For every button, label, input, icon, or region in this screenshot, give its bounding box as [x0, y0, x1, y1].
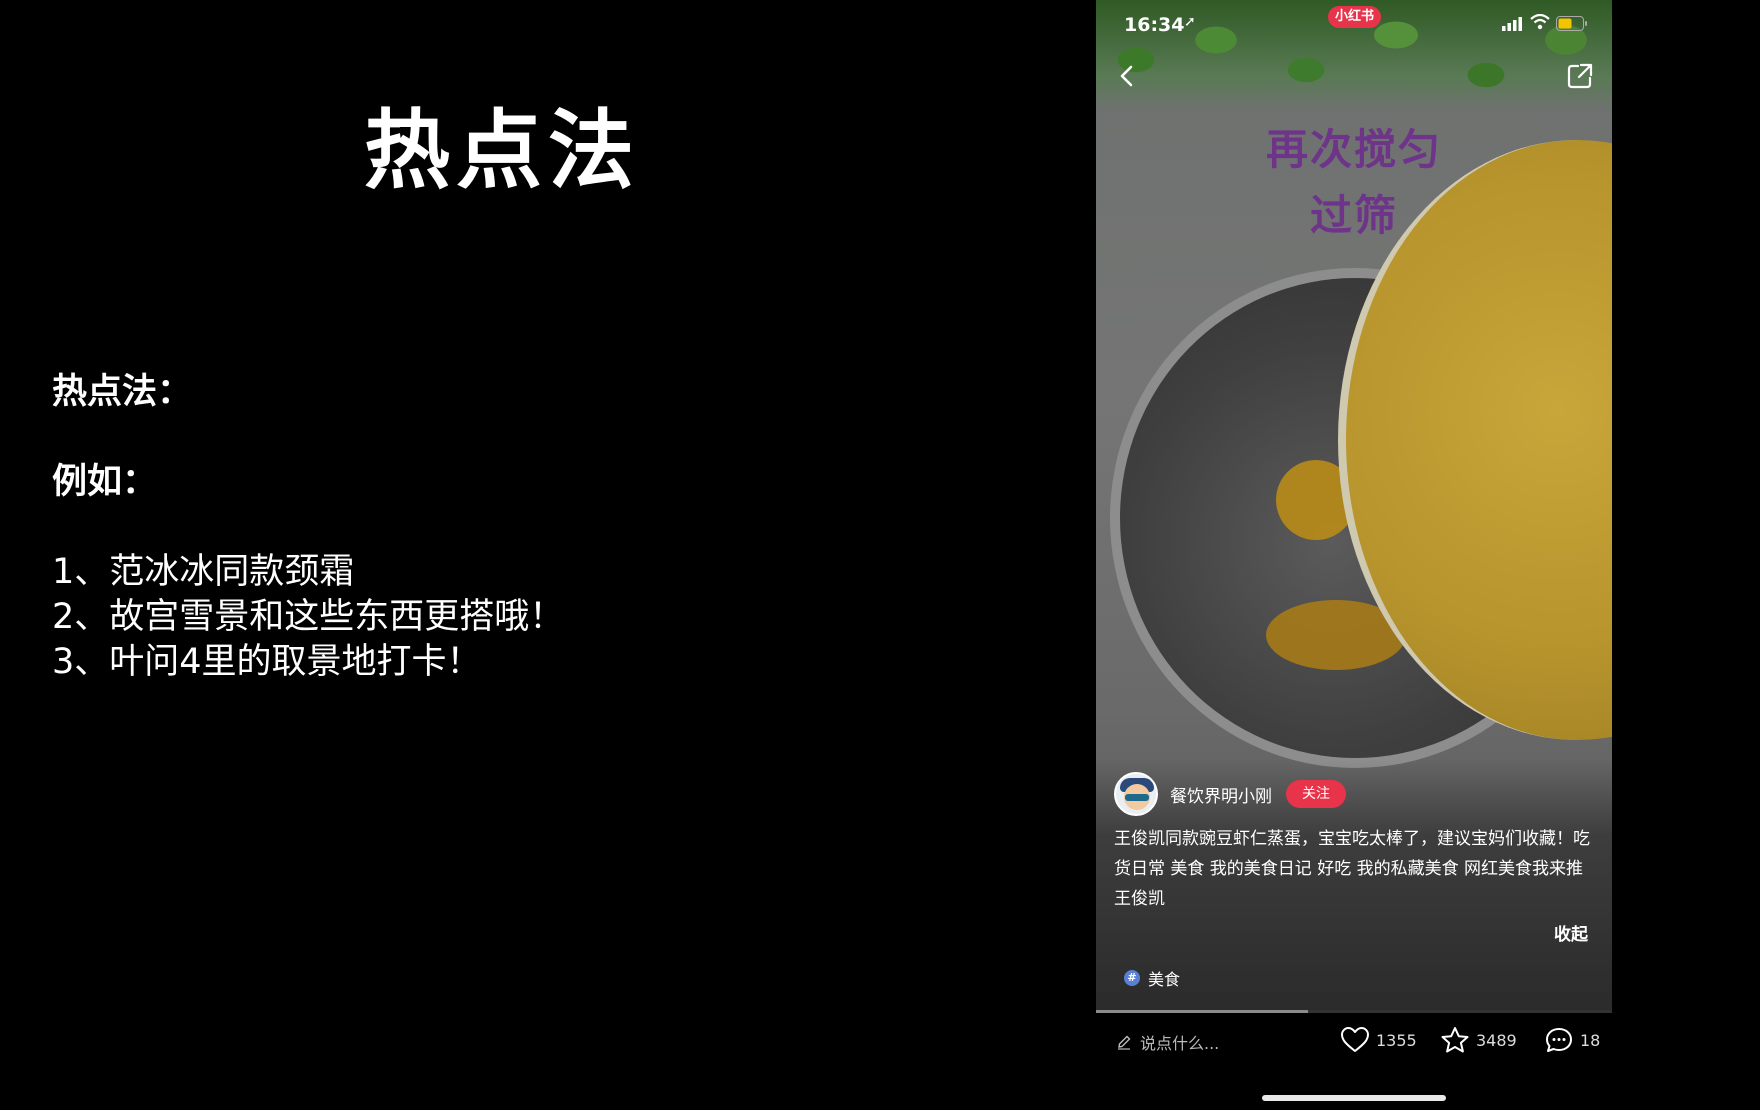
slide-heading: 热点法： — [52, 372, 193, 412]
video-overlay-text-1: 再次搅匀 — [1265, 125, 1442, 174]
pencil-icon — [1118, 1035, 1131, 1050]
heart-icon — [1341, 1027, 1369, 1052]
slide-body: 热点法： 例如： 1、范冰冰同款颈霜 2、故宫雪景和这些东西更搭哦！ 3、叶问4… — [52, 370, 564, 685]
phone-screen: 再次搅匀 过筛 16:34 ➚ 小红书 餐饮界明小刚 关注 王俊凯同款豌豆虾仁蒸… — [1096, 0, 1612, 1110]
status-time: 16:34 — [1124, 14, 1185, 36]
comment-bubble-icon — [1546, 1028, 1572, 1052]
status-bar: 16:34 ➚ 小红书 — [1096, 0, 1612, 50]
star-icon — [1441, 1027, 1469, 1053]
slide-example-label: 例如： — [52, 462, 158, 502]
video-overlay-text-2: 过筛 — [1309, 191, 1398, 240]
video-progress-fill — [1096, 1010, 1308, 1013]
app-badge: 小红书 — [1328, 6, 1382, 28]
collect-count: 3489 — [1476, 1030, 1517, 1050]
author-row: 餐饮界明小刚 关注 — [1114, 772, 1346, 816]
bottom-action-bar: 说点什么... 1355 3489 18 — [1096, 1018, 1612, 1064]
video-progress-bar[interactable] — [1096, 1010, 1612, 1013]
like-count: 1355 — [1376, 1030, 1417, 1050]
avatar[interactable] — [1114, 772, 1158, 816]
slide-title: 热点法 — [364, 101, 640, 201]
home-indicator[interactable] — [1262, 1095, 1446, 1101]
location-icon: ➚ — [1184, 14, 1196, 30]
slide-item: 2、故宫雪景和这些东西更搭哦！ — [52, 597, 565, 637]
author-name[interactable]: 餐饮界明小刚 — [1170, 782, 1272, 807]
battery-icon — [1556, 16, 1587, 31]
wifi-icon — [1530, 14, 1550, 30]
share-icon[interactable] — [1566, 62, 1594, 90]
follow-button[interactable]: 关注 — [1286, 780, 1346, 808]
comment-input[interactable]: 说点什么... — [1116, 1030, 1219, 1054]
collect-button[interactable]: 3489 — [1440, 1026, 1517, 1054]
comment-button[interactable]: 18 — [1544, 1026, 1600, 1054]
comment-placeholder: 说点什么... — [1140, 1034, 1220, 1053]
topic-tag[interactable]: # 美食 — [1124, 966, 1180, 990]
signal-icon — [1502, 17, 1522, 31]
slide-item: 1、范冰冰同款颈霜 — [52, 552, 355, 592]
collapse-button[interactable]: 收起 — [1554, 920, 1588, 945]
back-icon[interactable] — [1114, 62, 1142, 90]
slide-item: 3、叶问4里的取景地打卡！ — [52, 642, 482, 682]
comment-count: 18 — [1580, 1030, 1601, 1050]
hashtag-icon: # — [1124, 970, 1140, 986]
post-caption: 王俊凯同款豌豆虾仁蒸蛋，宝宝吃太棒了，建议宝妈们收藏！吃货日常 美食 我的美食日… — [1114, 829, 1590, 909]
topic-label: 美食 — [1148, 970, 1181, 989]
like-button[interactable]: 1355 — [1340, 1026, 1417, 1054]
